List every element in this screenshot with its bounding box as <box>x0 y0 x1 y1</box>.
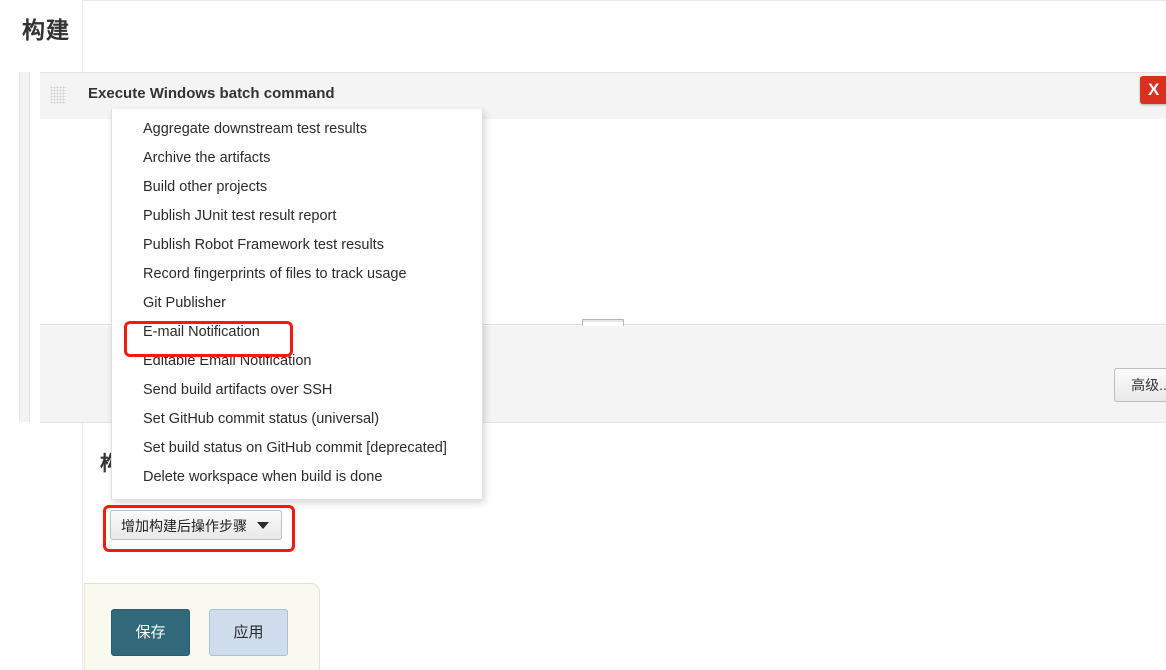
menu-item[interactable]: Send build artifacts over SSH <box>112 376 482 405</box>
menu-item[interactable]: Aggregate downstream test results <box>112 115 482 144</box>
chevron-down-icon <box>257 522 269 529</box>
post-build-action-menu[interactable]: Aggregate downstream test results Archiv… <box>111 109 483 500</box>
apply-button[interactable]: 应用 <box>209 609 288 656</box>
delete-build-step-button[interactable]: X <box>1140 76 1166 104</box>
menu-item[interactable]: Editable Email Notification <box>112 347 482 376</box>
menu-item[interactable]: Set GitHub commit status (universal) <box>112 405 482 434</box>
form-footer-bar: 保存 应用 <box>84 583 320 670</box>
add-post-build-action-button[interactable]: 增加构建后操作步骤 <box>110 510 282 540</box>
build-step-left-rail <box>19 72 30 422</box>
menu-item[interactable]: Build other projects <box>112 173 482 202</box>
jenkins-job-config-page: 构建 Execute Windows batch command X 高级...… <box>0 0 1166 670</box>
add-post-build-action-label: 增加构建后操作步骤 <box>121 518 247 534</box>
menu-item-email-notification[interactable]: E-mail Notification <box>112 318 482 347</box>
menu-item[interactable]: Archive the artifacts <box>112 144 482 173</box>
page-title: 构建 <box>22 17 70 43</box>
save-button[interactable]: 保存 <box>111 609 190 656</box>
menu-item[interactable]: Delete workspace when build is done <box>112 463 482 492</box>
build-step-title: Execute Windows batch command <box>88 85 335 102</box>
menu-item[interactable]: Publish Robot Framework test results <box>112 231 482 260</box>
menu-item[interactable]: Git Publisher <box>112 289 482 318</box>
menu-item[interactable]: Record fingerprints of files to track us… <box>112 260 482 289</box>
advanced-button[interactable]: 高级... <box>1114 368 1166 402</box>
menu-item[interactable]: Set build status on GitHub commit [depre… <box>112 434 482 463</box>
menu-item[interactable]: Publish JUnit test result report <box>112 202 482 231</box>
drag-grip-icon[interactable] <box>50 86 66 104</box>
